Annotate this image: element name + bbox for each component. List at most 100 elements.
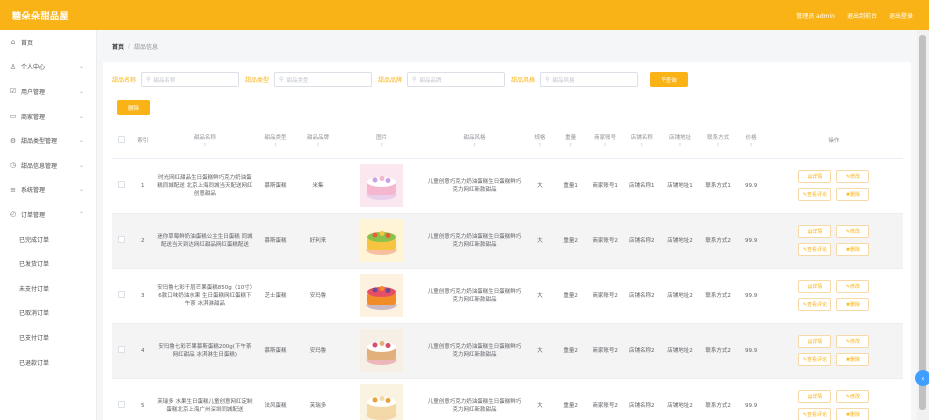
cell-contact-text: 联系方式2 bbox=[705, 347, 731, 354]
search-icon: ⚲ bbox=[545, 76, 550, 83]
dessert-image[interactable] bbox=[360, 384, 404, 420]
view-comments-button[interactable]: ✎ 查看评论 bbox=[798, 353, 832, 366]
dessert-image[interactable] bbox=[360, 219, 404, 262]
sidebar-subitem-0[interactable]: 已完成订单 bbox=[0, 227, 96, 252]
chevron-up-icon: ⌃ bbox=[78, 210, 84, 218]
page-scrollbar-thumb[interactable] bbox=[919, 35, 926, 410]
delete-button[interactable]: ✖ 删除 bbox=[836, 188, 870, 201]
column-header-label: 价格 bbox=[745, 135, 757, 142]
sidebar-item-7[interactable]: ◴ 订单管理 ⌃ bbox=[0, 202, 96, 227]
sidebar-item-6[interactable]: ≡ 系统管理 ⌄ bbox=[0, 178, 96, 203]
sort-icon[interactable]: ⇕ bbox=[425, 142, 524, 148]
view-comments-button[interactable]: ✎ 查看评论 bbox=[798, 243, 832, 256]
sidebar-subitem-4[interactable]: 已支付订单 bbox=[0, 325, 96, 350]
sidebar-subitem-1[interactable]: 已发货订单 bbox=[0, 251, 96, 276]
delete-button[interactable]: ✖ 删除 bbox=[836, 298, 870, 311]
detail-button[interactable]: ▤ 详情 bbox=[798, 170, 832, 183]
cell-spec: 大 bbox=[526, 158, 554, 214]
sidebar-item-4[interactable]: ⚙ 甜品类型管理 ⌄ bbox=[0, 128, 96, 153]
cell-shop: 店铺名称2 bbox=[622, 323, 661, 379]
cell-spec-text: 大 bbox=[537, 182, 543, 189]
row-checkbox[interactable] bbox=[118, 345, 126, 353]
detail-button[interactable]: ▤ 详情 bbox=[798, 335, 832, 348]
collapse-float-button[interactable]: ‹ bbox=[915, 370, 929, 386]
dessert-image[interactable] bbox=[360, 274, 404, 317]
cell-index-text: 4 bbox=[141, 347, 145, 354]
cell-contact-text: 联系方式2 bbox=[705, 292, 731, 299]
logout-link[interactable]: 退出登录 bbox=[889, 11, 913, 20]
batch-delete-button[interactable]: 删除 bbox=[117, 100, 150, 115]
delete-button[interactable]: ✖ 删除 bbox=[836, 243, 870, 256]
sort-icon[interactable]: ⇕ bbox=[156, 142, 253, 148]
sort-icon[interactable]: ⇕ bbox=[528, 142, 552, 148]
search-icon: ⚲ bbox=[279, 76, 284, 83]
cell-weight: 重量1 bbox=[553, 158, 588, 214]
search-input-0[interactable]: ⚲ 甜品名称 bbox=[141, 72, 240, 87]
breadcrumb-home[interactable]: 首页 bbox=[112, 42, 124, 51]
row-select-cell[interactable] bbox=[112, 378, 132, 420]
edit-button[interactable]: ✎ 修改 bbox=[836, 170, 870, 183]
cell-merchant-text: 商家账号2 bbox=[592, 347, 618, 354]
row-checkbox[interactable] bbox=[118, 235, 126, 243]
row-select-cell[interactable] bbox=[112, 158, 132, 214]
cell-shop: 店铺名称2 bbox=[622, 268, 661, 324]
sidebar-item-2[interactable]: ☑ 用户管理 ⌄ bbox=[0, 79, 96, 104]
sort-icon[interactable]: ⇕ bbox=[590, 142, 621, 148]
sort-icon[interactable]: ⇕ bbox=[342, 142, 421, 148]
row-select-cell[interactable] bbox=[112, 213, 132, 269]
back-to-front-link[interactable]: 退出到前台 bbox=[847, 11, 877, 20]
row-select-cell[interactable] bbox=[112, 323, 132, 379]
table-row: 1 时光网红甜品生日蛋糕鲜巧克力奶油蛋糕同城配送 北京上海同城当天配送网红创意甜品… bbox=[112, 158, 903, 214]
sidebar-subitem-2[interactable]: 未支付订单 bbox=[0, 276, 96, 301]
delete-button[interactable]: ✖ 删除 bbox=[836, 408, 870, 420]
cell-style: 儿童创意巧克力奶油蛋糕生日蛋糕鲜巧克力网红新款甜品 bbox=[423, 213, 527, 269]
search-input-3[interactable]: ⚲ 甜品风格 bbox=[540, 72, 639, 87]
sidebar-subitem-3[interactable]: 已取消订单 bbox=[0, 301, 96, 326]
row-checkbox[interactable] bbox=[118, 180, 126, 188]
delete-button[interactable]: ✖ 删除 bbox=[836, 353, 870, 366]
sort-icon[interactable]: ⇕ bbox=[257, 142, 293, 148]
view-comments-button[interactable]: ✎ 查看评论 bbox=[798, 298, 832, 311]
sidebar-item-1[interactable]: ♙ 个人中心 ⌄ bbox=[0, 55, 96, 80]
row-checkbox[interactable] bbox=[118, 400, 126, 408]
cell-name: 安玛鲁七彩千层芒果蛋糕850g（10寸）6款口味奶油水果 生日蛋糕网红蛋糕下午茶… bbox=[154, 268, 256, 324]
search-input-2[interactable]: ⚲ 甜品品牌 bbox=[407, 72, 506, 87]
search-input-1[interactable]: ⚲ 甜品类型 bbox=[274, 72, 373, 87]
sort-icon[interactable]: ⇕ bbox=[625, 142, 659, 148]
search-button[interactable]: ⚲ 查询 bbox=[650, 72, 689, 87]
cell-actions: ▤ 详情 ✎ 修改 ✎ 查看评论 ✖ 删除 bbox=[764, 158, 903, 214]
detail-button[interactable]: ▤ 详情 bbox=[798, 390, 832, 403]
sort-icon[interactable]: ⇕ bbox=[298, 142, 339, 148]
view-comments-button[interactable]: ✎ 查看评论 bbox=[798, 188, 832, 201]
dessert-image[interactable] bbox=[360, 164, 404, 207]
top-header: 糖朵朵甜品屋 管理员 admin 退出到前台 退出登录 bbox=[0, 0, 929, 30]
chevron-down-icon: ⌄ bbox=[78, 112, 84, 120]
sidebar-item-3[interactable]: ▭ 商家管理 ⌄ bbox=[0, 104, 96, 129]
column-header[interactable] bbox=[112, 125, 132, 159]
row-select-cell[interactable] bbox=[112, 268, 132, 324]
sort-icon[interactable]: ⇕ bbox=[663, 142, 697, 148]
row-checkbox[interactable] bbox=[118, 290, 126, 298]
chevron-down-icon: ⌄ bbox=[78, 161, 84, 169]
sidebar-item-label: 系统管理 bbox=[21, 187, 46, 195]
edit-button[interactable]: ✎ 修改 bbox=[836, 390, 870, 403]
sort-icon[interactable]: ⇕ bbox=[701, 142, 735, 148]
cell-type: 慕斯蛋糕 bbox=[255, 323, 296, 379]
sort-icon[interactable]: ⇕ bbox=[739, 142, 763, 148]
sidebar-item-5[interactable]: ◷ 甜品信息管理 ⌄ bbox=[0, 153, 96, 178]
sort-icon[interactable]: ⇕ bbox=[556, 142, 586, 148]
gear-icon: ⚙ bbox=[9, 136, 17, 145]
dessert-image[interactable] bbox=[360, 329, 404, 372]
edit-button[interactable]: ✎ 修改 bbox=[836, 225, 870, 238]
view-comments-button[interactable]: ✎ 查看评论 bbox=[798, 408, 832, 420]
edit-button[interactable]: ✎ 修改 bbox=[836, 335, 870, 348]
select-all-checkbox[interactable] bbox=[118, 136, 126, 144]
detail-button[interactable]: ▤ 详情 bbox=[798, 280, 832, 293]
detail-button[interactable]: ▤ 详情 bbox=[798, 225, 832, 238]
cell-weight: 重量2 bbox=[553, 213, 588, 269]
sidebar-subitem-5[interactable]: 已退款订单 bbox=[0, 350, 96, 375]
column-header: 图片 ⇕ bbox=[340, 125, 424, 159]
sidebar-item-0[interactable]: ⌂ 首页 bbox=[0, 30, 96, 55]
cell-name-text: 时光网红甜品生日蛋糕鲜巧克力奶油蛋糕同城配送 北京上海同城当天配送网红创意甜品 bbox=[157, 174, 253, 197]
edit-button[interactable]: ✎ 修改 bbox=[836, 280, 870, 293]
